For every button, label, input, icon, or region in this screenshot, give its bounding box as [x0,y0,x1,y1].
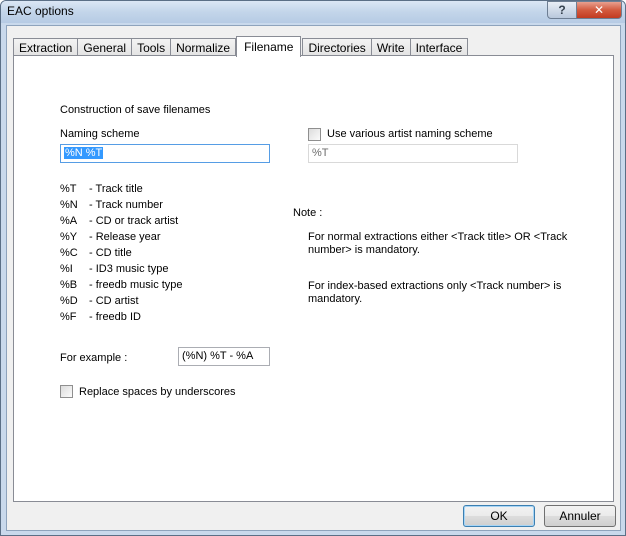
code-key: %N [60,199,78,211]
tab-directories[interactable]: Directories [302,38,372,56]
naming-scheme-label: Naming scheme [60,128,140,140]
code-key: %D [60,295,78,307]
code-description: - ID3 music type [89,263,169,275]
tab-interface[interactable]: Interface [409,38,469,56]
code-description: - freedb ID [89,311,141,323]
close-icon: ✕ [593,3,605,17]
tab-strip: Extraction General Tools Normalize Filen… [13,36,469,57]
close-button[interactable]: ✕ [576,1,622,19]
window-title: EAC options [7,4,74,18]
code-key: %C [60,247,78,259]
code-key: %I [60,263,73,275]
ok-button[interactable]: OK [463,505,535,527]
note-label: Note : [293,207,323,219]
code-key: %A [60,215,78,227]
various-artist-scheme-input[interactable]: %T [308,144,518,163]
replace-spaces-checkbox[interactable] [60,385,73,398]
various-artist-checkbox[interactable] [308,128,321,141]
various-artist-checkbox-label[interactable]: Use various artist naming scheme [327,128,493,140]
code-description: - CD title [89,247,132,259]
note-index-based-extractions: For index-based extractions only <Track … [308,280,562,305]
dialog-client-area: Extraction General Tools Normalize Filen… [6,25,621,531]
code-key: %T [60,183,77,195]
code-description: - Track title [89,183,143,195]
note-normal-extractions: For normal extractions either <Track tit… [308,231,568,256]
naming-scheme-value: %N %T [64,147,104,159]
example-label: For example : [60,352,128,364]
code-description: - Track number [89,199,163,211]
code-description: - CD or track artist [89,215,179,227]
code-key: %F [60,311,77,323]
tab-filename[interactable]: Filename [236,36,302,57]
filename-tab-panel: Construction of save filenames Naming sc… [13,55,614,502]
code-key: %B [60,279,78,291]
tab-tools[interactable]: Tools [131,38,172,56]
help-button[interactable]: ? [547,1,577,19]
question-mark-icon: ? [558,3,566,17]
code-description: - CD artist [89,295,139,307]
replace-spaces-label[interactable]: Replace spaces by underscores [79,386,236,398]
code-description: - Release year [89,231,161,243]
tab-general[interactable]: General [77,38,133,56]
code-key: %Y [60,231,78,243]
naming-scheme-input[interactable]: %N %T [60,144,270,163]
example-output-field: (%N) %T - %A [178,347,270,366]
title-bar[interactable]: EAC options ? ✕ [1,1,625,23]
tab-write[interactable]: Write [370,38,411,56]
tab-extraction[interactable]: Extraction [13,38,79,56]
section-heading: Construction of save filenames [60,104,211,116]
code-description: - freedb music type [89,279,183,291]
cancel-button[interactable]: Annuler [544,505,616,527]
tab-normalize[interactable]: Normalize [170,38,237,56]
eac-options-window: EAC options ? ✕ Extraction General Tools… [0,0,626,536]
